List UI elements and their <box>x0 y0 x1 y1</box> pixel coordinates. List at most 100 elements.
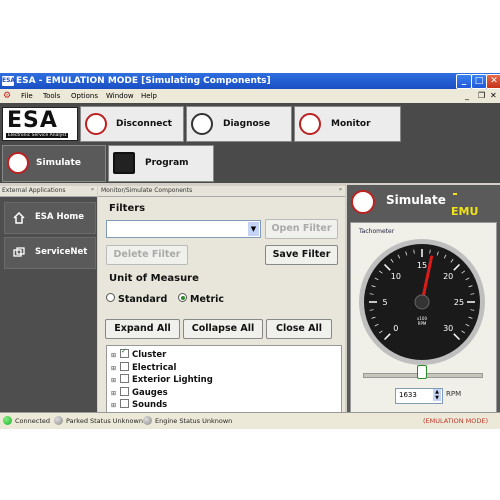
tachometer-box: Tachometer 0 5 10 15 20 25 30 x100 RPM 1633 ▲ ▼ R… <box>350 222 497 414</box>
close-all-button[interactable]: Close All <box>266 319 332 339</box>
gauge-tick-label: 5 <box>382 298 387 307</box>
tree-item-label: Electrical <box>132 362 177 373</box>
close-window-button[interactable]: ✕ <box>486 74 500 89</box>
tachometer-gauge: 051015202530x100RPM <box>359 239 485 365</box>
filters-title: Filters <box>109 203 146 214</box>
tree-item[interactable]: ⊞ Sounds <box>111 399 167 411</box>
uom-metric-radio[interactable]: Metric <box>178 293 224 305</box>
open-filter-button[interactable]: Open Filter <box>265 219 338 239</box>
gauge-tick-label: 20 <box>443 272 453 281</box>
simulate-gauge-icon <box>351 190 375 214</box>
status-engine: Engine Status Unknown <box>155 417 233 425</box>
status-parked: Parked Status Unknown <box>66 417 143 425</box>
mdi-restore-button[interactable]: ❐ <box>478 89 485 103</box>
external-apps-header: External Applications ᵖ <box>0 186 97 197</box>
tree-item[interactable]: ⊞ Cluster <box>111 347 167 361</box>
tree-item[interactable]: ⊞ Exterior Lighting <box>111 374 213 386</box>
rpm-slider-thumb[interactable] <box>416 365 427 379</box>
rpm-input[interactable]: 1633 ▲ ▼ <box>395 388 443 404</box>
filter-select[interactable]: ▼ <box>106 220 261 238</box>
rpm-input-value: 1633 <box>399 391 417 399</box>
uom-title: Unit of Measure <box>109 273 199 284</box>
pin-icon[interactable]: ᵖ <box>91 186 94 196</box>
esa-home-button[interactable]: ESA Home <box>4 202 96 234</box>
diagnose-button[interactable]: Diagnose <box>186 106 292 142</box>
expand-plus-icon[interactable]: ⊞ <box>111 352 118 359</box>
status-connected: Connected <box>15 417 51 425</box>
expand-all-button[interactable]: Expand All <box>105 319 180 339</box>
app-window: ESA ESA - EMULATION MODE [Simulating Com… <box>0 73 500 429</box>
tree-item[interactable]: ⊞ Gauges <box>111 386 168 399</box>
tree-item-checkbox[interactable] <box>120 361 129 371</box>
menu-options[interactable]: Options <box>71 89 98 103</box>
tree-item-checkbox[interactable] <box>120 347 129 358</box>
monitor-simulate-title: Monitor/Simulate Components <box>101 187 193 194</box>
delete-filter-button[interactable]: Delete Filter <box>106 245 188 265</box>
servicenet-label: ServiceNet <box>35 247 88 257</box>
uom-standard-label: Standard <box>118 294 168 305</box>
save-filter-button[interactable]: Save Filter <box>265 245 338 265</box>
program-button[interactable]: Program <box>108 145 214 182</box>
radio-standard-dot <box>106 293 115 302</box>
tree-item-label: Exterior Lighting <box>132 375 213 385</box>
expand-plus-icon[interactable]: ⊞ <box>111 377 118 384</box>
tachometer-label: Tachometer <box>359 228 395 235</box>
components-tree: ⊞ Cluster ⊞ Electrical ⊞ Exterior Lighting ⊞ Ga… <box>106 345 342 414</box>
simulate-title: Simulate <box>386 193 446 207</box>
menu-file[interactable]: File <box>21 89 33 103</box>
disconnect-icon <box>85 113 107 135</box>
tree-item-checkbox[interactable] <box>120 386 129 396</box>
monitor-simulate-header: Monitor/Simulate Components ᵖ <box>98 186 345 197</box>
radio-metric-dot <box>178 293 187 302</box>
main-toolbar: ESA Electronic Service Analyst Disconnec… <box>0 103 500 183</box>
monitor-label: Monitor <box>331 119 371 129</box>
expand-plus-icon[interactable]: ⊞ <box>111 365 118 372</box>
mdi-close-button[interactable]: ✕ <box>490 89 497 103</box>
mdi-minimize-button[interactable]: _ <box>465 89 469 103</box>
simulate-button[interactable]: Simulate <box>2 145 106 182</box>
monitor-button[interactable]: Monitor <box>294 106 401 142</box>
menu-tools[interactable]: Tools <box>43 89 60 103</box>
logo-text: ESA <box>7 108 58 133</box>
tree-item-checkbox[interactable] <box>120 399 129 408</box>
gauge-icon <box>299 113 321 135</box>
gauge-tick-label: 15 <box>417 261 427 270</box>
engine-led-icon <box>143 416 152 425</box>
external-apps-panel: ESA Home ServiceNet <box>0 197 97 412</box>
gauge-tick-label: 10 <box>391 272 401 281</box>
menu-window[interactable]: Window <box>106 89 134 103</box>
parked-led-icon <box>54 416 63 425</box>
disconnect-button[interactable]: Disconnect <box>80 106 184 142</box>
title-bar[interactable]: ESA ESA - EMULATION MODE [Simulating Com… <box>0 73 500 89</box>
spin-arrows-icon[interactable]: ▲ ▼ <box>433 389 441 401</box>
pin-icon[interactable]: ᵖ <box>339 186 342 196</box>
external-apps-title: External Applications <box>2 187 66 194</box>
tree-item-label: Cluster <box>132 350 167 360</box>
tree-item-checkbox[interactable] <box>120 374 129 383</box>
tree-item-label: Gauges <box>132 387 168 398</box>
chevron-down-icon[interactable]: ▼ <box>248 222 259 236</box>
simulate-gauge-icon <box>7 152 29 174</box>
windows-icon <box>13 247 25 257</box>
home-icon <box>13 212 25 224</box>
menu-bar: ⚙ File Tools Options Window Help _ ❐ ✕ <box>0 89 500 103</box>
tree-item[interactable]: ⊞ Electrical <box>111 361 177 374</box>
collapse-all-button[interactable]: Collapse All <box>183 319 263 339</box>
servicenet-button[interactable]: ServiceNet <box>4 237 96 269</box>
expand-plus-icon[interactable]: ⊞ <box>111 402 118 409</box>
esa-home-label: ESA Home <box>35 212 85 222</box>
expand-plus-icon[interactable]: ⊞ <box>111 390 118 397</box>
gauge-tick-label: 30 <box>443 324 453 333</box>
maximize-button[interactable]: □ <box>471 74 487 89</box>
connected-led-icon <box>3 416 12 425</box>
menu-help[interactable]: Help <box>141 89 157 103</box>
window-title: ESA - EMULATION MODE [Simulating Compone… <box>16 76 271 86</box>
emu-badge: EMU <box>451 205 479 218</box>
rpm-input-unit: RPM <box>446 390 462 398</box>
minimize-button[interactable]: _ <box>456 74 472 89</box>
system-menu-icon[interactable]: ⚙ <box>3 89 11 103</box>
emu-marker <box>453 193 457 195</box>
logo-subtext: Electronic Service Analyst <box>6 133 69 138</box>
gauge-unit: RPM <box>418 321 427 326</box>
uom-standard-radio[interactable]: Standard <box>106 293 167 305</box>
